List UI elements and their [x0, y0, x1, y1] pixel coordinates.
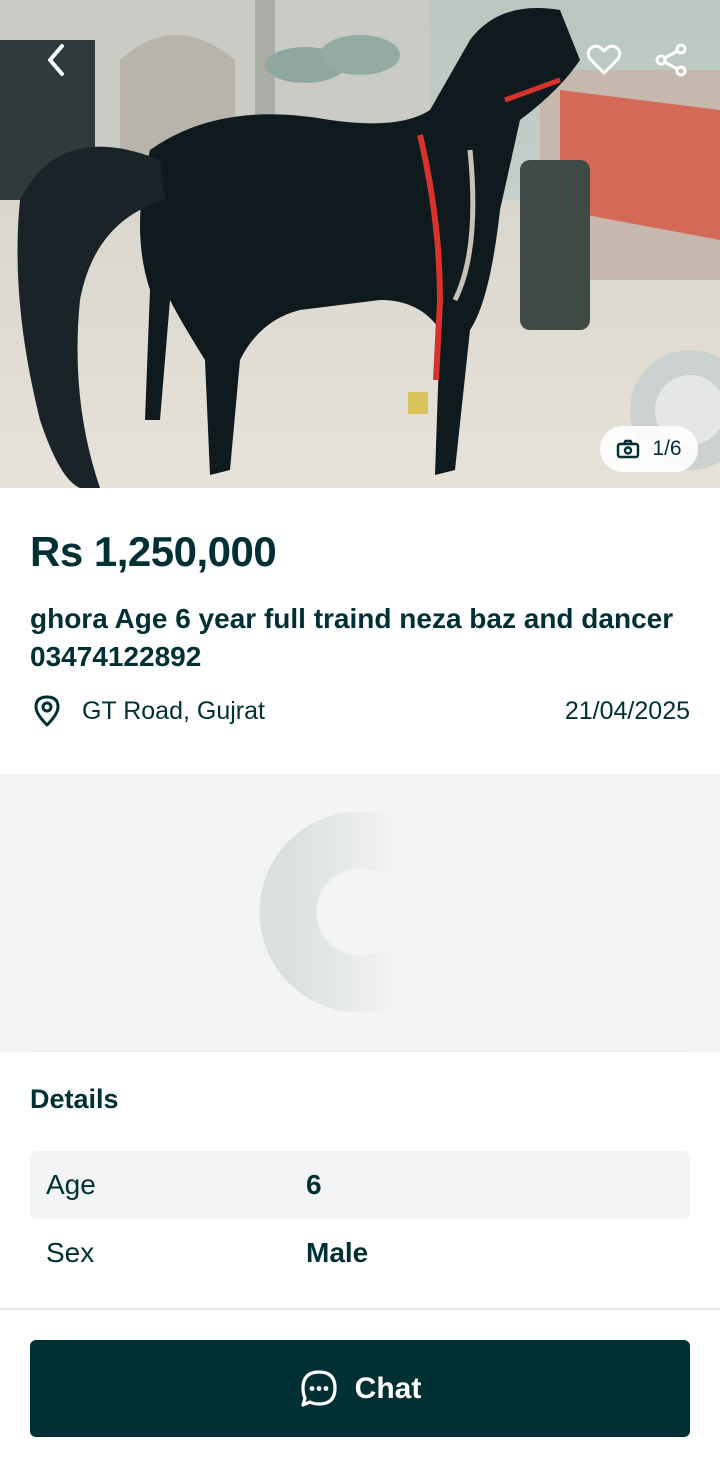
detail-row-age: Age 6: [30, 1151, 690, 1219]
map-pin-icon: [34, 695, 60, 727]
back-button[interactable]: [34, 38, 78, 82]
loading-spinner-icon: [259, 812, 461, 1013]
details-heading: Details: [30, 1084, 119, 1114]
detail-value: Male: [306, 1237, 369, 1268]
chat-button-label: Chat: [354, 1371, 422, 1405]
image-counter-badge: 1/6: [600, 426, 698, 472]
bottom-bar-divider: [0, 1308, 720, 1310]
detail-label: Age: [46, 1169, 96, 1200]
camera-icon: [617, 439, 640, 459]
share-button[interactable]: [649, 38, 693, 82]
detail-row-sex: Sex Male: [30, 1219, 690, 1287]
listing-location: GT Road, Gujrat: [82, 696, 265, 725]
detail-label: Sex: [46, 1237, 95, 1268]
ad-placeholder: [0, 774, 720, 1052]
detail-value: 6: [306, 1169, 322, 1200]
image-counter-text: 1/6: [652, 437, 682, 460]
listing-price: Rs 1,250,000: [30, 528, 277, 575]
listing-date: 21/04/2025: [564, 696, 690, 725]
chat-bubble-icon: [301, 1369, 337, 1407]
chevron-left-icon: [48, 44, 64, 76]
favorite-button[interactable]: [582, 38, 626, 82]
listing-image-gallery[interactable]: 1/6: [0, 0, 720, 488]
heart-icon: [586, 44, 622, 75]
chat-button[interactable]: Chat: [30, 1340, 690, 1437]
section-divider: [30, 1051, 690, 1052]
location-row: GT Road, Gujrat 21/04/2025: [30, 690, 690, 732]
listing-title: ghora Age 6 year full traind neza baz an…: [30, 603, 674, 672]
share-icon: [655, 43, 687, 77]
